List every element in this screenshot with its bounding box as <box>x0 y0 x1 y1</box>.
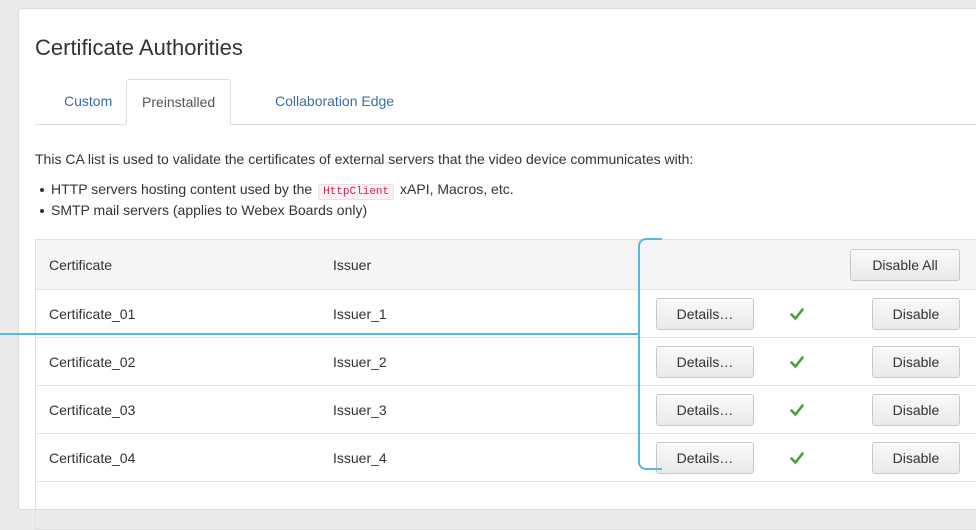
table-header-row: Certificate Issuer Disable All <box>36 240 976 289</box>
description-text: This CA list is used to validate the cer… <box>35 151 694 167</box>
details-button[interactable]: Details… <box>656 297 754 330</box>
checkmark-icon <box>790 451 804 464</box>
details-button[interactable]: Details… <box>656 345 754 378</box>
table-row: Certificate_03 Issuer_3 Details… Disable <box>36 385 976 433</box>
bullet-text: xAPI, Macros, etc. <box>400 181 514 197</box>
details-button[interactable]: Details… <box>656 441 754 474</box>
issuer-name: Issuer_4 <box>333 449 387 466</box>
column-header-certificate: Certificate <box>49 256 113 273</box>
table-row: Certificate_01 Issuer_1 Details… Disable <box>36 289 976 337</box>
certificates-table: Certificate Issuer Disable All Certifica… <box>35 239 976 530</box>
tab-collaboration-edge[interactable]: Collaboration Edge <box>260 79 409 123</box>
checkmark-icon <box>790 307 804 320</box>
disable-button[interactable]: Disable <box>872 297 960 330</box>
details-button[interactable]: Details… <box>656 393 754 426</box>
code-snippet: HttpClient <box>318 184 395 200</box>
table-row-partial <box>36 481 976 529</box>
issuer-name: Issuer_2 <box>333 353 387 370</box>
page-title: Certificate Authorities <box>35 35 243 60</box>
column-header-issuer: Issuer <box>333 256 372 273</box>
certificate-name: Certificate_03 <box>49 401 136 418</box>
tab-custom[interactable]: Custom <box>49 79 127 123</box>
checkmark-icon <box>790 403 804 416</box>
table-row: Certificate_04 Issuer_4 Details… Disable <box>36 433 976 481</box>
certificate-name: Certificate_04 <box>49 449 136 466</box>
certificate-authorities-panel: Certificate Authorities Custom Preinstal… <box>18 8 976 530</box>
disable-button[interactable]: Disable <box>872 441 960 474</box>
checkmark-icon <box>790 355 804 368</box>
certificate-name: Certificate_02 <box>49 353 136 370</box>
disable-all-button[interactable]: Disable All <box>850 248 960 281</box>
disable-button[interactable]: Disable <box>872 345 960 378</box>
table-row: Certificate_02 Issuer_2 Details… Disable <box>36 337 976 385</box>
list-item: HTTP servers hosting content used by the… <box>35 179 514 200</box>
tab-preinstalled[interactable]: Preinstalled <box>126 79 232 125</box>
certificate-name: Certificate_01 <box>49 305 136 322</box>
server-list: HTTP servers hosting content used by the… <box>35 179 514 221</box>
list-item: SMTP mail servers (applies to Webex Boar… <box>35 200 514 221</box>
disable-button[interactable]: Disable <box>872 393 960 426</box>
issuer-name: Issuer_3 <box>333 401 387 418</box>
bullet-text: HTTP servers hosting content used by the <box>51 181 313 197</box>
issuer-name: Issuer_1 <box>333 305 387 322</box>
tab-bar: Custom Preinstalled Collaboration Edge <box>35 79 976 125</box>
